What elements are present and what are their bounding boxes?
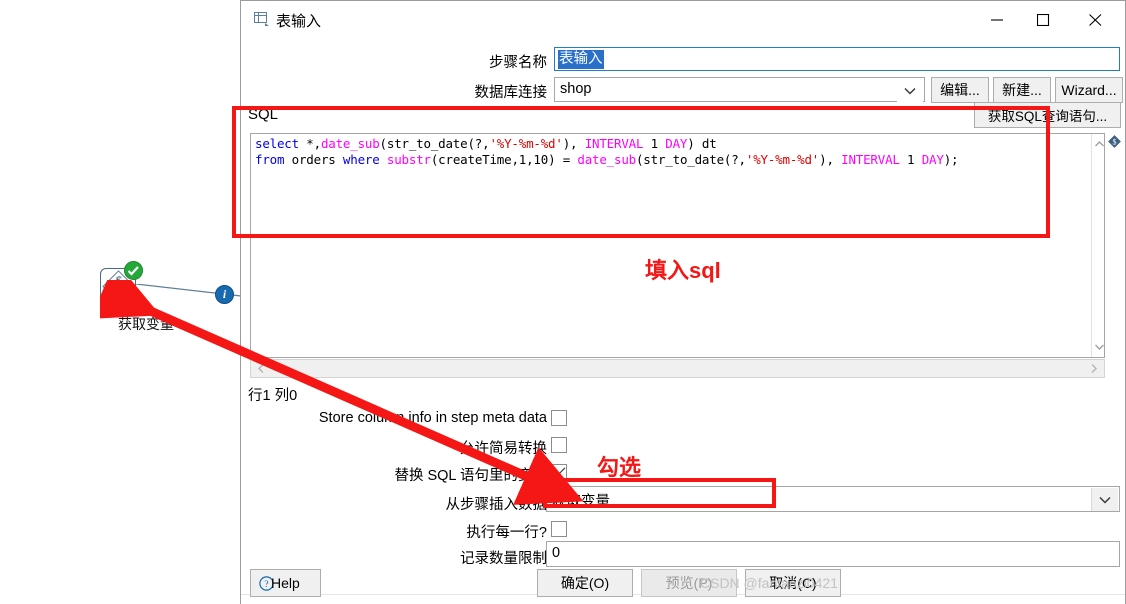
maximize-button[interactable] — [1021, 1, 1067, 37]
dialog-titlebar[interactable]: 表输入 — [241, 1, 1125, 38]
scroll-down-icon[interactable] — [1092, 339, 1104, 355]
new-connection-button[interactable]: 新建... — [993, 77, 1051, 103]
option-label-insert-data-from-step: 从步骤插入数据 — [445, 497, 548, 513]
chevron-down-icon[interactable] — [897, 79, 923, 102]
annotation-text-fill-sql: 填入sql — [645, 258, 721, 283]
step-name-label: 步骤名称 — [489, 55, 547, 71]
sql-vertical-scrollbar[interactable] — [1091, 134, 1104, 357]
checkbox-execute-for-each-row[interactable] — [551, 521, 567, 537]
green-check-icon — [124, 261, 143, 280]
sql-group-label: SQL — [248, 106, 279, 123]
sql-text: select *,date_sub(str_to_date(?,'%Y-%m-%… — [255, 136, 959, 167]
db-connection-label: 数据库连接 — [474, 85, 548, 101]
edit-connection-label: 编辑... — [940, 82, 980, 98]
scroll-up-icon[interactable] — [1092, 136, 1104, 152]
svg-text:$: $ — [1113, 138, 1117, 147]
cursor-position-status: 行1 列0 — [248, 388, 298, 404]
step-name-input[interactable]: 表输入 — [554, 47, 1120, 71]
svg-text:?: ? — [264, 580, 268, 590]
dialog-title: 表输入 — [276, 13, 322, 30]
wizard-connection-button[interactable]: Wizard... — [1055, 77, 1123, 103]
table-input-icon — [254, 12, 270, 27]
get-sql-label: 获取SQL查询语句... — [987, 109, 1108, 124]
annotation-text-check-it: 勾选 — [597, 455, 642, 480]
dialog-body: 步骤名称 表输入 数据库连接 shop 编辑... 新建... Wizard..… — [241, 38, 1125, 604]
watermark: CSDN @fantaozi0421 — [700, 575, 838, 591]
blue-info-icon[interactable]: i — [215, 285, 234, 304]
scroll-right-icon[interactable] — [1086, 361, 1102, 376]
ok-label: 确定(O) — [560, 575, 610, 591]
edit-connection-button[interactable]: 编辑... — [931, 77, 989, 103]
insert-data-from-step-value: 获取变量 — [552, 494, 610, 510]
get-sql-button[interactable]: 获取SQL查询语句... — [974, 102, 1121, 128]
option-label-replace-variables: 替换 SQL 语句里的变量 — [394, 468, 547, 484]
option-label-row-limit: 记录数量限制 — [460, 551, 547, 567]
help-label: Help — [271, 575, 300, 591]
checkbox-allow-lazy-conversion[interactable] — [551, 437, 567, 453]
new-connection-label: 新建... — [1002, 82, 1042, 98]
db-connection-value: shop — [560, 81, 592, 97]
scroll-left-icon[interactable] — [253, 361, 269, 376]
table-input-dialog: 表输入 步骤名称 表输入 数据库连接 shop 编辑... 新建... Wiza… — [240, 0, 1126, 604]
option-label-execute-for-each-row: 执行每一行? — [466, 525, 547, 541]
transformation-canvas: $ i 获取变量 — [0, 0, 242, 604]
help-button[interactable]: ? Help — [250, 569, 321, 597]
variable-dollar-icon[interactable]: $ — [1107, 134, 1122, 149]
close-button[interactable] — [1073, 1, 1119, 37]
ok-button[interactable]: 确定(O) — [537, 569, 633, 597]
db-connection-combo[interactable]: shop — [554, 77, 925, 102]
wizard-connection-label: Wizard... — [1061, 82, 1117, 98]
minimize-button[interactable] — [975, 1, 1021, 37]
row-limit-value: 0 — [552, 545, 561, 561]
step-node-label: 获取变量 — [118, 316, 174, 332]
row-limit-input[interactable]: 0 — [546, 541, 1120, 567]
chevron-down-icon[interactable] — [1091, 488, 1118, 511]
sql-editor[interactable]: select *,date_sub(str_to_date(?,'%Y-%m-%… — [250, 133, 1105, 358]
checkbox-store-column-info[interactable] — [551, 410, 567, 426]
option-label-store-column-info: Store column info in step meta data — [318, 410, 547, 426]
step-name-value: 表输入 — [558, 50, 604, 69]
sql-horizontal-scrollbar[interactable] — [250, 359, 1105, 378]
checkbox-replace-variables[interactable] — [551, 464, 567, 480]
option-label-allow-lazy-conversion: 允许简易转换 — [460, 441, 547, 457]
insert-data-from-step-combo[interactable]: 获取变量 — [546, 486, 1120, 512]
